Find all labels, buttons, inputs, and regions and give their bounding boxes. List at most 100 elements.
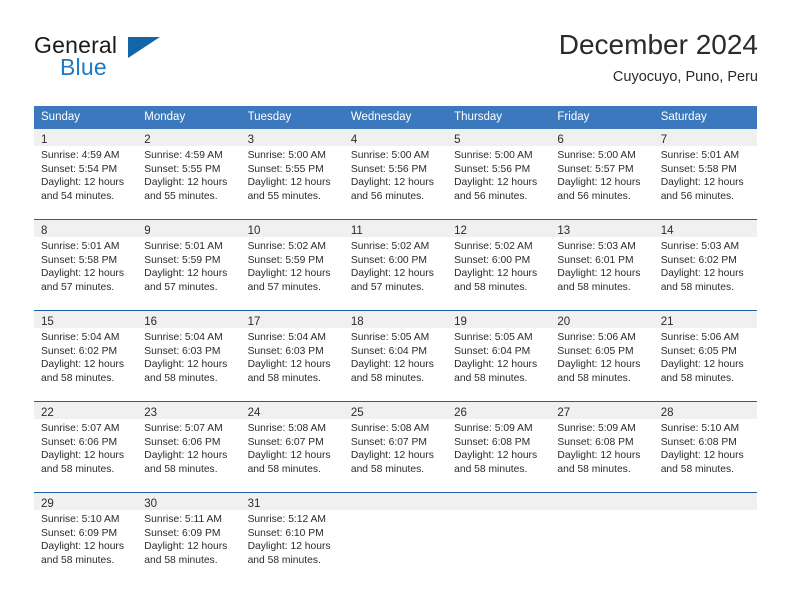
calendar-day-cell[interactable]: 31 Sunrise: 5:12 AM Sunset: 6:10 PM Dayligh… — [240, 493, 344, 583]
daylight-duration-line2: and 58 minutes. — [144, 463, 218, 475]
sunset-time: Sunset: 6:06 PM — [41, 436, 118, 448]
calendar-day-cell[interactable]: 24 Sunrise: 5:08 AM Sunset: 6:07 PM Dayligh… — [240, 402, 344, 492]
daylight-duration-line2: and 56 minutes. — [350, 190, 425, 202]
calendar-day-cell[interactable]: 20 Sunrise: 5:06 AM Sunset: 6:05 PM Dayligh… — [550, 311, 654, 401]
day-number-band — [653, 493, 757, 510]
calendar-day-cell[interactable]: 30 Sunrise: 5:11 AM Sunset: 6:09 PM Dayligh… — [137, 493, 241, 583]
daylight-duration-line2: and 56 minutes. — [454, 190, 528, 202]
daylight-duration-line2: and 58 minutes. — [660, 281, 734, 293]
calendar-day-cell[interactable]: 27 Sunrise: 5:09 AM Sunset: 6:08 PM Dayligh… — [550, 402, 654, 492]
day-sun-info: Sunrise: 5:07 AM Sunset: 6:06 PM Daylight:… — [137, 419, 240, 476]
day-number-band: 3 — [240, 129, 344, 146]
logo-text-blue: Blue — [60, 54, 107, 80]
day-number-band: 12 — [447, 220, 551, 237]
calendar-day-cell[interactable]: 4 Sunrise: 5:00 AM Sunset: 5:56 PM Daylight… — [343, 129, 448, 219]
calendar-day-cell[interactable]: 8 Sunrise: 5:01 AM Sunset: 5:58 PM Daylight… — [34, 220, 138, 310]
daylight-duration-line2: and 58 minutes. — [247, 554, 321, 566]
day-number: 8 — [41, 225, 48, 237]
daylight-duration-line1: Daylight: 12 hours — [247, 450, 331, 462]
day-number: 26 — [454, 407, 467, 419]
daylight-duration-line1: Daylight: 12 hours — [660, 359, 744, 371]
daylight-duration-line1: Daylight: 12 hours — [247, 177, 331, 189]
calendar-day-cell[interactable]: 6 Sunrise: 5:00 AM Sunset: 5:57 PM Daylight… — [550, 129, 654, 219]
sunset-time: Sunset: 6:03 PM — [247, 345, 324, 357]
calendar-day-cell[interactable]: 18 Sunrise: 5:05 AM Sunset: 6:04 PM Dayligh… — [343, 311, 448, 401]
calendar-day-cell[interactable]: 7 Sunrise: 5:01 AM Sunset: 5:58 PM Daylight… — [653, 129, 757, 219]
daylight-duration-line2: and 57 minutes. — [41, 281, 115, 293]
calendar-day-cell[interactable]: 12 Sunrise: 5:02 AM Sunset: 6:00 PM Dayligh… — [447, 220, 551, 310]
calendar-day-cell[interactable]: 28 Sunrise: 5:10 AM Sunset: 6:08 PM Dayligh… — [653, 402, 757, 492]
sunset-time: Sunset: 5:55 PM — [144, 163, 221, 175]
daylight-duration-line1: Daylight: 12 hours — [557, 450, 641, 462]
daylight-duration-line1: Daylight: 12 hours — [350, 450, 434, 462]
calendar-week-row: 1 Sunrise: 4:59 AM Sunset: 5:54 PM Daylight… — [34, 129, 757, 219]
day-number: 22 — [41, 407, 54, 419]
day-sun-info: Sunrise: 5:01 AM Sunset: 5:58 PM Daylight:… — [34, 237, 137, 294]
day-sun-info: Sunrise: 5:06 AM Sunset: 6:05 PM Daylight:… — [550, 328, 653, 385]
sunrise-time: Sunrise: 5:00 AM — [350, 150, 430, 161]
calendar-day-cell-empty — [343, 493, 448, 583]
day-number-band: 9 — [137, 220, 241, 237]
day-sun-info: Sunrise: 5:00 AM Sunset: 5:56 PM Daylight:… — [447, 146, 550, 203]
weekday-monday: Monday — [144, 111, 186, 123]
title-block: December 2024 Cuyocuyo, Puno, Peru — [559, 28, 758, 87]
sunrise-time: Sunrise: 5:04 AM — [247, 332, 326, 343]
weekday-thursday: Thursday — [454, 111, 503, 123]
sunset-time: Sunset: 5:59 PM — [144, 254, 221, 266]
sunrise-time: Sunrise: 5:09 AM — [557, 423, 636, 434]
day-sun-info: Sunrise: 5:04 AM Sunset: 6:02 PM Daylight:… — [34, 328, 137, 385]
calendar-day-cell[interactable]: 17 Sunrise: 5:04 AM Sunset: 6:03 PM Dayligh… — [240, 311, 344, 401]
daylight-duration-line1: Daylight: 12 hours — [247, 268, 331, 280]
calendar-day-cell[interactable]: 23 Sunrise: 5:07 AM Sunset: 6:06 PM Dayligh… — [137, 402, 241, 492]
day-number-band: 22 — [34, 402, 138, 419]
sunrise-time: Sunrise: 5:09 AM — [454, 423, 533, 434]
sunrise-time: Sunrise: 5:05 AM — [350, 332, 430, 343]
daylight-duration-line2: and 58 minutes. — [41, 554, 115, 566]
daylight-duration-line2: and 56 minutes. — [660, 190, 734, 202]
sunrise-time: Sunrise: 5:01 AM — [660, 150, 740, 161]
calendar-week-row: 29 Sunrise: 5:10 AM Sunset: 6:09 PM Dayligh… — [34, 492, 757, 583]
calendar-day-cell[interactable]: 11 Sunrise: 5:02 AM Sunset: 6:00 PM Dayligh… — [343, 220, 448, 310]
daylight-duration-line1: Daylight: 12 hours — [144, 359, 228, 371]
daylight-duration-line2: and 58 minutes. — [454, 281, 528, 293]
day-sun-info: Sunrise: 5:04 AM Sunset: 6:03 PM Daylight:… — [241, 328, 344, 385]
day-number: 14 — [660, 225, 674, 237]
day-number: 1 — [41, 134, 48, 146]
calendar-day-cell[interactable]: 10 Sunrise: 5:02 AM Sunset: 5:59 PM Dayligh… — [240, 220, 344, 310]
calendar-day-cell[interactable]: 19 Sunrise: 5:05 AM Sunset: 6:04 PM Dayligh… — [447, 311, 551, 401]
calendar-day-cell[interactable]: 13 Sunrise: 5:03 AM Sunset: 6:01 PM Dayligh… — [550, 220, 654, 310]
daylight-duration-line1: Daylight: 12 hours — [557, 177, 641, 189]
calendar-day-cell[interactable]: 26 Sunrise: 5:09 AM Sunset: 6:08 PM Dayligh… — [447, 402, 551, 492]
day-sun-info: Sunrise: 5:04 AM Sunset: 6:03 PM Daylight:… — [137, 328, 240, 385]
day-number: 27 — [557, 407, 571, 419]
sunrise-time: Sunrise: 5:00 AM — [454, 150, 533, 161]
calendar-day-cell[interactable]: 14 Sunrise: 5:03 AM Sunset: 6:02 PM Dayligh… — [653, 220, 757, 310]
daylight-duration-line2: and 58 minutes. — [144, 372, 218, 384]
daylight-duration-line1: Daylight: 12 hours — [144, 177, 228, 189]
calendar-day-cell[interactable]: 5 Sunrise: 5:00 AM Sunset: 5:56 PM Daylight… — [447, 129, 551, 219]
weeks-container: 1 Sunrise: 4:59 AM Sunset: 5:54 PM Daylight… — [34, 129, 757, 583]
calendar-day-cell[interactable]: 15 Sunrise: 5:04 AM Sunset: 6:02 PM Dayligh… — [34, 311, 138, 401]
calendar-day-cell[interactable]: 16 Sunrise: 5:04 AM Sunset: 6:03 PM Dayligh… — [137, 311, 241, 401]
calendar-day-cell[interactable]: 9 Sunrise: 5:01 AM Sunset: 5:59 PM Daylight… — [137, 220, 241, 310]
calendar-day-cell[interactable]: 2 Sunrise: 4:59 AM Sunset: 5:55 PM Daylight… — [137, 129, 241, 219]
calendar-day-cell[interactable]: 25 Sunrise: 5:08 AM Sunset: 6:07 PM Dayligh… — [343, 402, 448, 492]
sunset-time: Sunset: 6:03 PM — [144, 345, 221, 357]
daylight-duration-line1: Daylight: 12 hours — [144, 450, 228, 462]
day-number-band: 30 — [137, 493, 241, 510]
day-number: 28 — [660, 407, 674, 419]
daylight-duration-line1: Daylight: 12 hours — [454, 177, 538, 189]
day-sun-info: Sunrise: 5:03 AM Sunset: 6:01 PM Daylight:… — [550, 237, 653, 294]
sunset-time: Sunset: 5:54 PM — [41, 163, 118, 175]
daylight-duration-line1: Daylight: 12 hours — [41, 541, 124, 553]
calendar-day-cell[interactable]: 29 Sunrise: 5:10 AM Sunset: 6:09 PM Dayligh… — [34, 493, 138, 583]
general-blue-logo: General Blue — [34, 32, 224, 90]
weekday-wednesday: Wednesday — [350, 111, 412, 123]
calendar-week-row: 22 Sunrise: 5:07 AM Sunset: 6:06 PM Dayligh… — [34, 401, 757, 492]
day-sun-info: Sunrise: 5:05 AM Sunset: 6:04 PM Daylight:… — [447, 328, 550, 385]
calendar-day-cell[interactable]: 22 Sunrise: 5:07 AM Sunset: 6:06 PM Dayligh… — [34, 402, 138, 492]
calendar-day-cell[interactable]: 21 Sunrise: 5:06 AM Sunset: 6:05 PM Dayligh… — [653, 311, 757, 401]
calendar-day-cell[interactable]: 1 Sunrise: 4:59 AM Sunset: 5:54 PM Daylight… — [34, 129, 138, 219]
daylight-duration-line2: and 58 minutes. — [41, 463, 115, 475]
calendar-day-cell[interactable]: 3 Sunrise: 5:00 AM Sunset: 5:55 PM Daylight… — [240, 129, 344, 219]
